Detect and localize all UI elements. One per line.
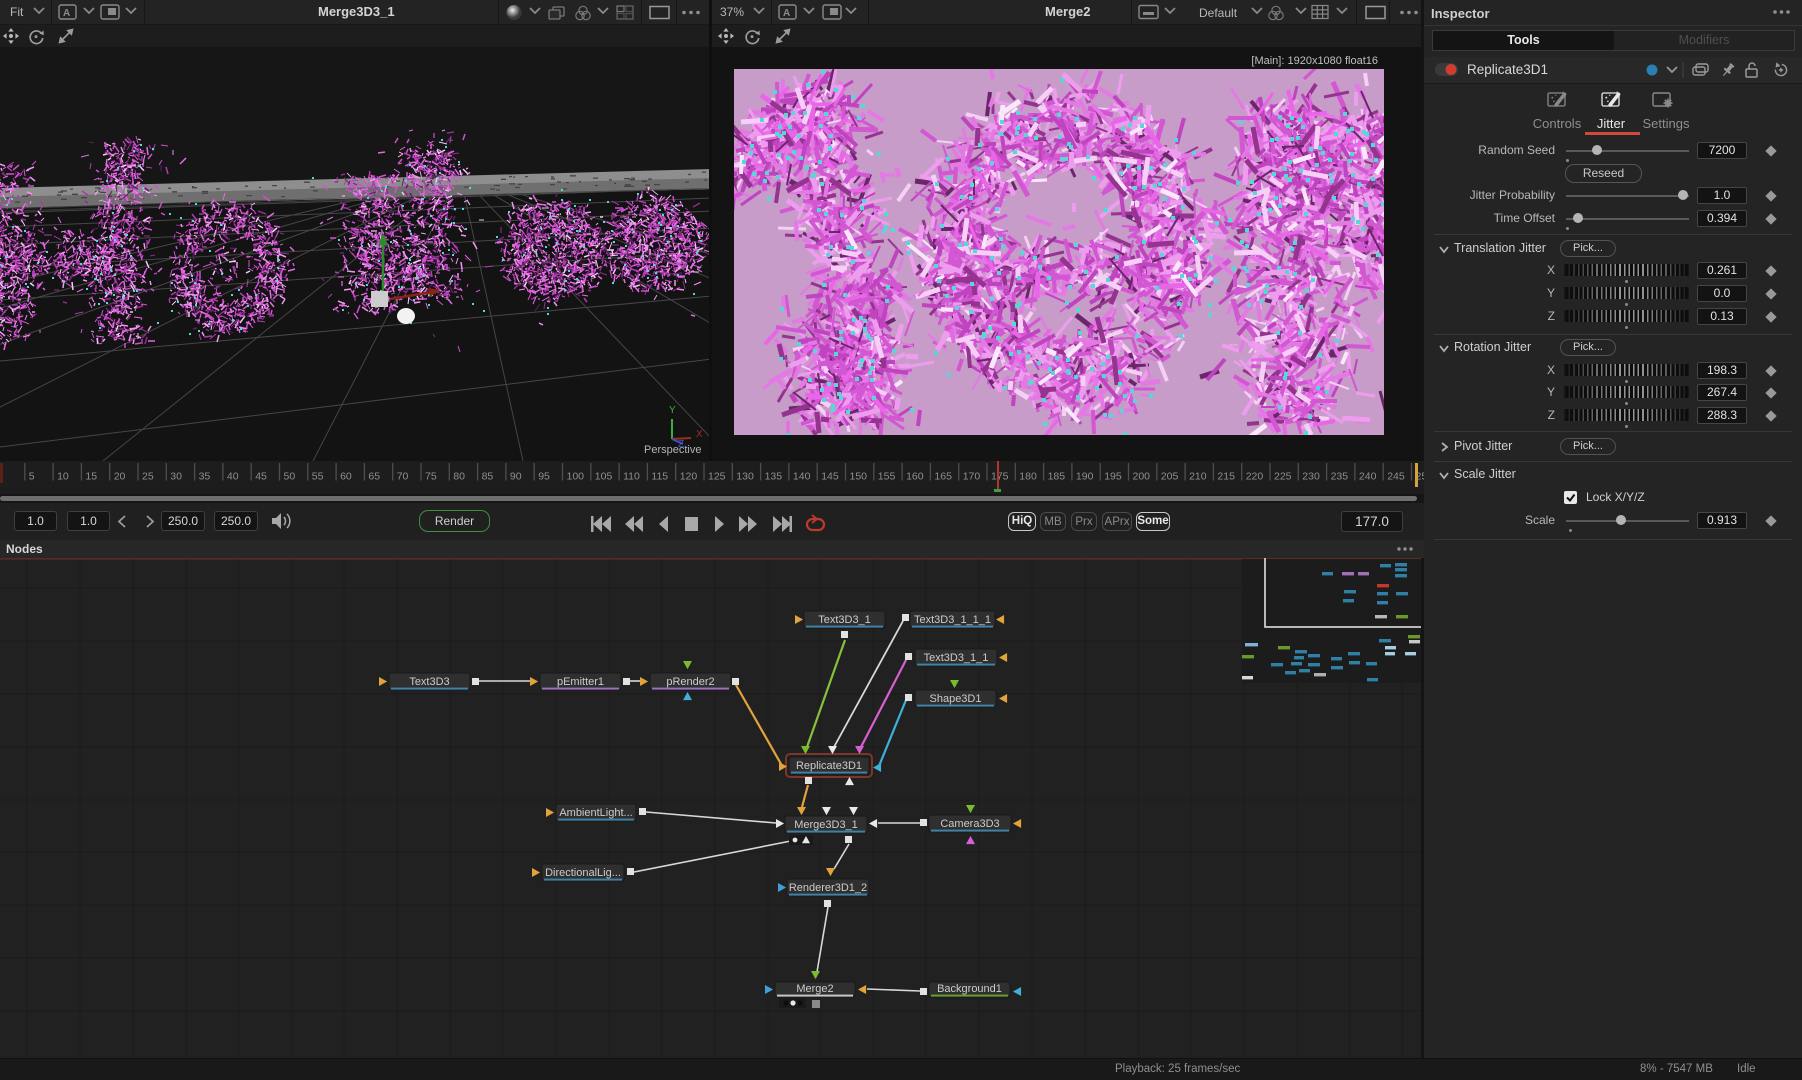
svg-text:Replicate3D1: Replicate3D1: [796, 760, 862, 772]
svg-text:240: 240: [1359, 471, 1377, 483]
svg-text:195: 195: [1104, 471, 1122, 483]
svg-text:Shape3D1: Shape3D1: [930, 693, 982, 705]
svg-text:130: 130: [736, 471, 754, 483]
svg-text:215: 215: [1217, 471, 1235, 483]
svg-text:225: 225: [1274, 471, 1292, 483]
svg-text:230: 230: [1302, 471, 1320, 483]
svg-text:235: 235: [1331, 471, 1349, 483]
svg-text:185: 185: [1048, 471, 1066, 483]
svg-text:Merge3D3_1: Merge3D3_1: [794, 819, 858, 831]
svg-text:55: 55: [312, 471, 324, 483]
svg-text:100: 100: [567, 471, 585, 483]
svg-text:80: 80: [453, 471, 465, 483]
svg-text:135: 135: [765, 471, 783, 483]
svg-text:Y: Y: [669, 405, 676, 416]
svg-text:10: 10: [57, 471, 69, 483]
svg-text:AmbientLight...: AmbientLight...: [559, 807, 632, 819]
svg-text:145: 145: [821, 471, 839, 483]
svg-text:5: 5: [29, 471, 35, 483]
svg-text:75: 75: [425, 471, 437, 483]
svg-text:120: 120: [680, 471, 698, 483]
svg-text:15: 15: [85, 471, 97, 483]
svg-text:25: 25: [142, 471, 154, 483]
svg-text:65: 65: [368, 471, 380, 483]
svg-text:Camera3D3: Camera3D3: [940, 818, 999, 830]
svg-text:210: 210: [1189, 471, 1207, 483]
svg-text:A: A: [63, 8, 70, 19]
svg-text:150: 150: [850, 471, 868, 483]
svg-text:165: 165: [934, 471, 952, 483]
svg-text:Text3D3: Text3D3: [409, 676, 449, 688]
svg-text:pRender2: pRender2: [666, 676, 714, 688]
svg-text:90: 90: [510, 471, 522, 483]
svg-text:160: 160: [906, 471, 924, 483]
svg-text:40: 40: [227, 471, 239, 483]
svg-text:190: 190: [1076, 471, 1094, 483]
svg-text:105: 105: [595, 471, 613, 483]
svg-text:200: 200: [1133, 471, 1151, 483]
svg-text:Text3D3_1_1_1: Text3D3_1_1_1: [914, 614, 991, 626]
svg-text:180: 180: [1019, 471, 1037, 483]
svg-text:Text3D3_1_1: Text3D3_1_1: [924, 652, 989, 664]
svg-text:245: 245: [1387, 471, 1405, 483]
svg-text:60: 60: [340, 471, 352, 483]
svg-text:70: 70: [397, 471, 409, 483]
svg-text:A: A: [783, 8, 790, 19]
svg-text:155: 155: [878, 471, 896, 483]
svg-text:110: 110: [623, 471, 640, 483]
svg-text:125: 125: [708, 471, 726, 483]
svg-text:205: 205: [1161, 471, 1179, 483]
svg-text:115: 115: [651, 471, 668, 483]
svg-text:30: 30: [170, 471, 182, 483]
svg-text:X: X: [696, 429, 703, 440]
svg-text:35: 35: [199, 471, 211, 483]
svg-text:50: 50: [284, 471, 296, 483]
svg-text:Background1: Background1: [937, 983, 1002, 995]
svg-text:DirectionalLig...: DirectionalLig...: [545, 867, 621, 879]
svg-text:45: 45: [255, 471, 267, 483]
svg-text:140: 140: [793, 471, 811, 483]
svg-text:pEmitter1: pEmitter1: [557, 676, 604, 688]
svg-text:20: 20: [114, 471, 126, 483]
svg-text:85: 85: [482, 471, 494, 483]
svg-text:Default: Default: [1199, 6, 1238, 20]
svg-text:95: 95: [538, 471, 550, 483]
svg-text:Merge2: Merge2: [796, 983, 833, 995]
svg-text:175: 175: [991, 471, 1009, 483]
svg-text:170: 170: [963, 471, 981, 483]
svg-text:Text3D3_1: Text3D3_1: [818, 614, 871, 626]
svg-text:220: 220: [1246, 471, 1264, 483]
svg-text:Renderer3D1_2: Renderer3D1_2: [789, 882, 867, 894]
svg-text:Perspective: Perspective: [644, 444, 701, 456]
